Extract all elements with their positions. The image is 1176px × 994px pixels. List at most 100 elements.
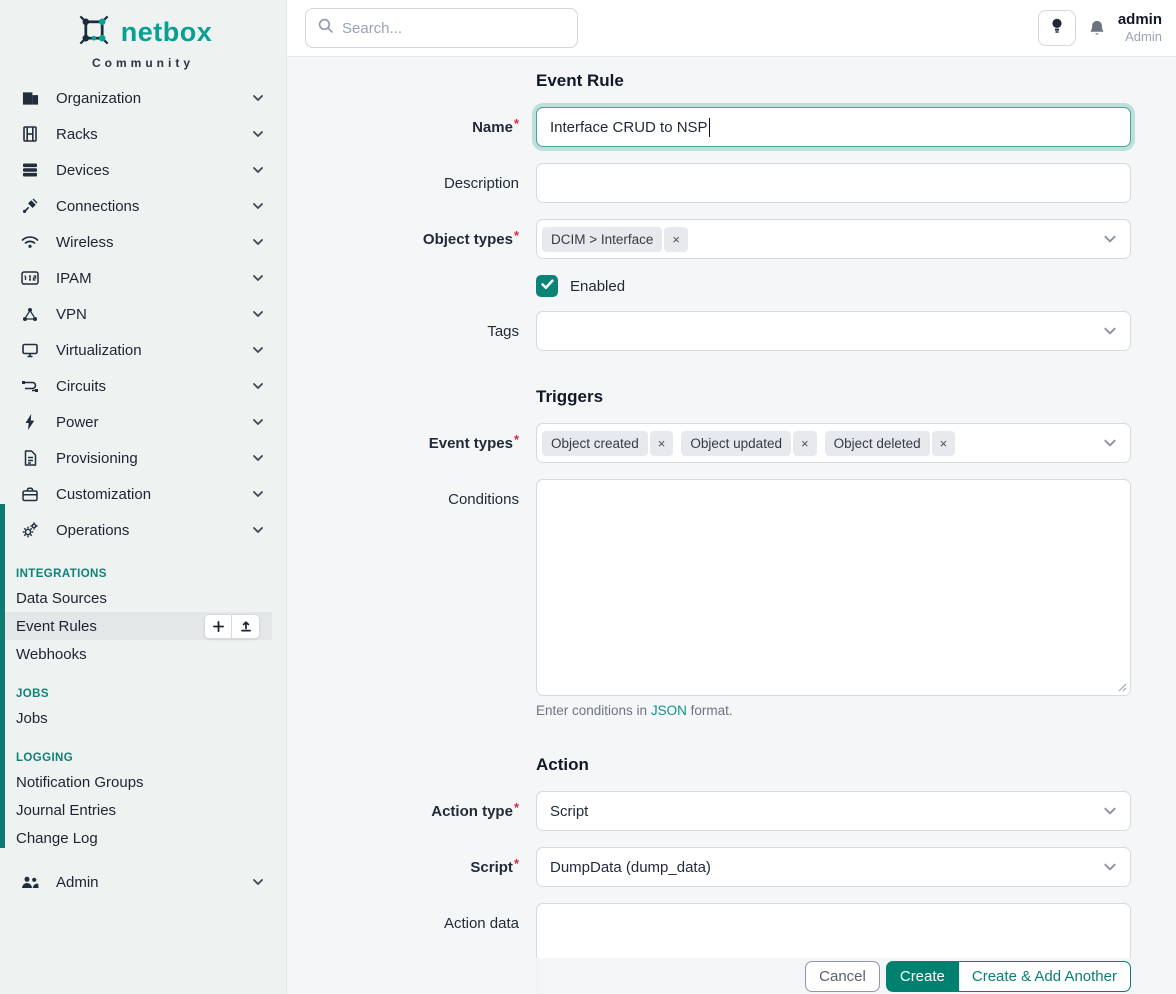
form-row-description: Description [287,163,1176,203]
chevron-down-icon [252,344,264,356]
sidebar-item-operations[interactable]: Operations [0,512,286,548]
sidebar-item-webhooks[interactable]: Webhooks [0,640,272,668]
action-type-select[interactable]: Script [536,791,1131,831]
gears-icon [20,522,40,538]
selected-option-tag: Object created × [542,431,673,456]
chevron-down-icon [1103,436,1117,450]
form-row-conditions: Conditions [287,479,1176,696]
sidebar-item-power[interactable]: Power [0,404,286,440]
sidebar-item-devices[interactable]: Devices [0,152,286,188]
sidebar-item-provisioning[interactable]: Provisioning [0,440,286,476]
content: Event Rule Name* Interface CRUD to NSP D… [287,57,1176,994]
form-row-name: Name* Interface CRUD to NSP [287,107,1176,147]
create-button[interactable]: Create [886,961,959,992]
sidebar-item-organization[interactable]: Organization [0,80,286,116]
required-asterisk: * [514,800,519,815]
sidebar-item-customization[interactable]: Customization [0,476,286,512]
topbar: admin Admin [287,0,1176,57]
remove-tag-icon[interactable]: × [793,431,817,456]
required-asterisk: * [514,116,519,131]
sidebar-item-event-rules[interactable]: Event Rules [0,612,272,640]
object-types-label: Object types* [287,231,536,248]
required-asterisk: * [514,856,519,871]
brand-logo[interactable]: netbox Community [0,0,286,70]
rack-icon [20,126,40,142]
triggers-heading: Triggers [536,387,1176,407]
sidebar-item-change-log[interactable]: Change Log [0,824,272,852]
action-heading: Action [536,755,1176,775]
plug-icon [20,198,40,214]
chevron-down-icon [1103,232,1117,246]
section-header-logging: LOGGING [0,746,286,768]
sidebar-item-vpn[interactable]: VPN [0,296,286,332]
sidebar-item-circuits[interactable]: Circuits [0,368,286,404]
sidebar-item-admin[interactable]: Admin [0,864,286,900]
form-row-action-type: Action type* Script [287,791,1176,831]
event-types-label: Event types* [287,435,536,452]
chevron-down-icon [252,236,264,248]
selected-option-tag: Object updated × [681,431,816,456]
chevron-down-icon [252,164,264,176]
bolt-icon [20,414,40,430]
search-box[interactable] [305,8,578,48]
chevron-down-icon [252,524,264,536]
create-add-another-button[interactable]: Create & Add Another [959,961,1131,992]
section-header-integrations: INTEGRATIONS [0,562,286,584]
sidebar-item-ipam[interactable]: IPAM [0,260,286,296]
enabled-checkbox[interactable] [536,275,558,297]
user-menu[interactable]: admin Admin [1118,11,1162,46]
theme-toggle-button[interactable] [1038,10,1076,46]
required-asterisk: * [514,432,519,447]
remove-tag-icon[interactable]: × [932,431,956,456]
brand-name: netbox [121,17,213,48]
required-asterisk: * [514,228,519,243]
script-label: Script* [287,859,536,876]
action-data-label: Action data [287,903,536,932]
name-input[interactable]: Interface CRUD to NSP [536,107,1131,147]
ip-numbers-icon [20,271,40,285]
network-nodes-icon [20,307,40,322]
event-types-select[interactable]: Object created × Object updated × Object… [536,423,1131,463]
sidebar-item-racks[interactable]: Racks [0,116,286,152]
chevron-down-icon [252,200,264,212]
chevron-down-icon [252,128,264,140]
sidebar-item-connections[interactable]: Connections [0,188,286,224]
json-link[interactable]: JSON [651,703,687,718]
sidebar-item-data-sources[interactable]: Data Sources [0,584,272,612]
chevron-down-icon [1103,324,1117,338]
form-footer: Cancel Create Create & Add Another [287,958,1176,994]
brand-subtitle: Community [0,56,286,70]
sidebar-item-notification-groups[interactable]: Notification Groups [0,768,272,796]
server-icon [20,162,40,178]
form-row-event-types: Event types* Object created × Object upd… [287,423,1176,463]
section-header-jobs: JOBS [0,682,286,704]
chevron-down-icon [252,380,264,392]
bell-icon[interactable] [1089,20,1105,37]
document-icon [20,450,40,466]
wifi-icon [20,235,40,249]
description-input[interactable] [536,163,1131,203]
resize-handle-icon[interactable] [1118,683,1127,692]
enabled-label: Enabled [570,278,625,295]
sidebar-item-virtualization[interactable]: Virtualization [0,332,286,368]
chevron-down-icon [1103,860,1117,874]
object-types-select[interactable]: DCIM > Interface × [536,219,1131,259]
remove-tag-icon[interactable]: × [650,431,674,456]
script-select[interactable]: DumpData (dump_data) [536,847,1131,887]
user-role: Admin [1118,29,1162,45]
primary-nav: Organization Racks Devices Connections W… [0,80,286,548]
tags-label: Tags [287,323,536,340]
sidebar-item-jobs[interactable]: Jobs [0,704,272,732]
import-icon[interactable] [232,614,260,639]
add-icon[interactable] [204,614,232,639]
search-input[interactable] [342,20,565,37]
sidebar-item-journal-entries[interactable]: Journal Entries [0,796,272,824]
tags-select[interactable] [536,311,1131,351]
name-label: Name* [287,119,536,136]
cancel-button[interactable]: Cancel [805,961,880,992]
check-icon [541,277,554,295]
sidebar-item-wireless[interactable]: Wireless [0,224,286,260]
chevron-down-icon [252,452,264,464]
conditions-textarea[interactable] [536,479,1131,696]
remove-tag-icon[interactable]: × [664,227,688,252]
